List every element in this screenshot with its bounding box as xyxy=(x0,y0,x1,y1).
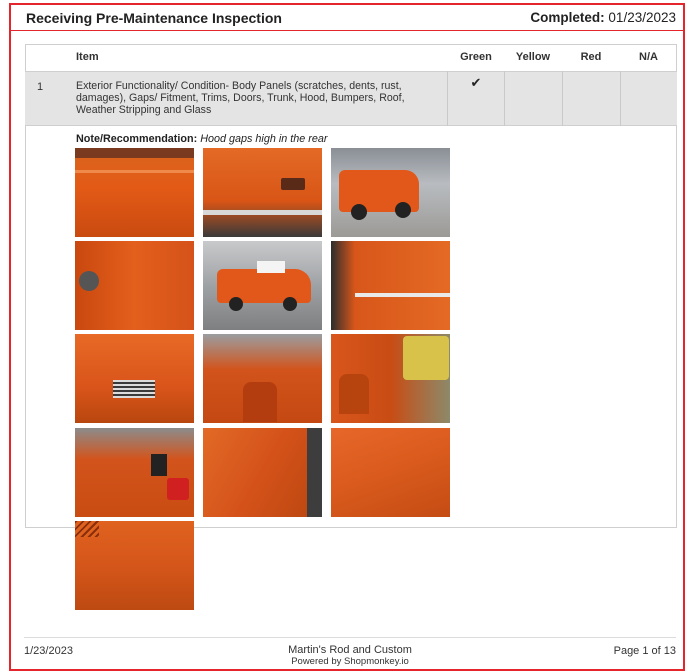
completed-date: 01/23/2023 xyxy=(608,10,676,25)
completed-label: Completed: xyxy=(530,10,605,25)
inspection-photo[interactable] xyxy=(203,428,322,517)
footer-branding: Martin's Rod and Custom Powered by Shopm… xyxy=(250,644,450,667)
column-header-item: Item xyxy=(76,51,99,63)
inspection-photo[interactable] xyxy=(203,334,322,423)
row-item-description: Exterior Functionality/ Condition- Body … xyxy=(76,80,405,116)
footer-divider xyxy=(24,637,676,638)
green-checkmark-icon: ✔ xyxy=(470,75,482,90)
column-header-na: N/A xyxy=(639,51,658,63)
inspection-photo[interactable] xyxy=(331,241,450,330)
column-divider xyxy=(562,71,563,126)
column-header-green: Green xyxy=(460,51,492,63)
inspection-photo[interactable] xyxy=(331,428,450,517)
row-number: 1 xyxy=(37,81,44,93)
inspection-photo[interactable] xyxy=(203,148,322,237)
column-divider xyxy=(447,71,448,126)
header-divider xyxy=(11,30,683,31)
inspection-photo[interactable] xyxy=(331,148,450,237)
inspection-photo[interactable] xyxy=(75,334,194,423)
column-divider xyxy=(620,71,621,126)
inspection-photo[interactable] xyxy=(75,148,194,237)
footer-date: 1/23/2023 xyxy=(24,645,73,657)
powered-by: Powered by Shopmonkey.io xyxy=(291,656,409,667)
report-title: Receiving Pre-Maintenance Inspection xyxy=(26,10,282,26)
column-header-red: Red xyxy=(580,51,602,63)
completed-info: Completed: 01/23/2023 xyxy=(530,10,676,25)
column-divider xyxy=(504,71,505,126)
inspection-photo[interactable] xyxy=(75,428,194,517)
column-header-yellow: Yellow xyxy=(515,51,551,63)
inspection-photo[interactable] xyxy=(75,241,194,330)
inspection-photo[interactable] xyxy=(75,521,194,610)
note-label: Note/Recommendation: xyxy=(76,133,198,145)
shop-name: Martin's Rod and Custom xyxy=(288,644,412,656)
inspection-photo[interactable] xyxy=(203,241,322,330)
page-number: Page 1 of 13 xyxy=(613,645,676,657)
inspection-photo[interactable] xyxy=(331,334,450,423)
note-recommendation: Note/Recommendation: Hood gaps high in t… xyxy=(76,133,327,145)
note-text: Hood gaps high in the rear xyxy=(200,133,328,145)
